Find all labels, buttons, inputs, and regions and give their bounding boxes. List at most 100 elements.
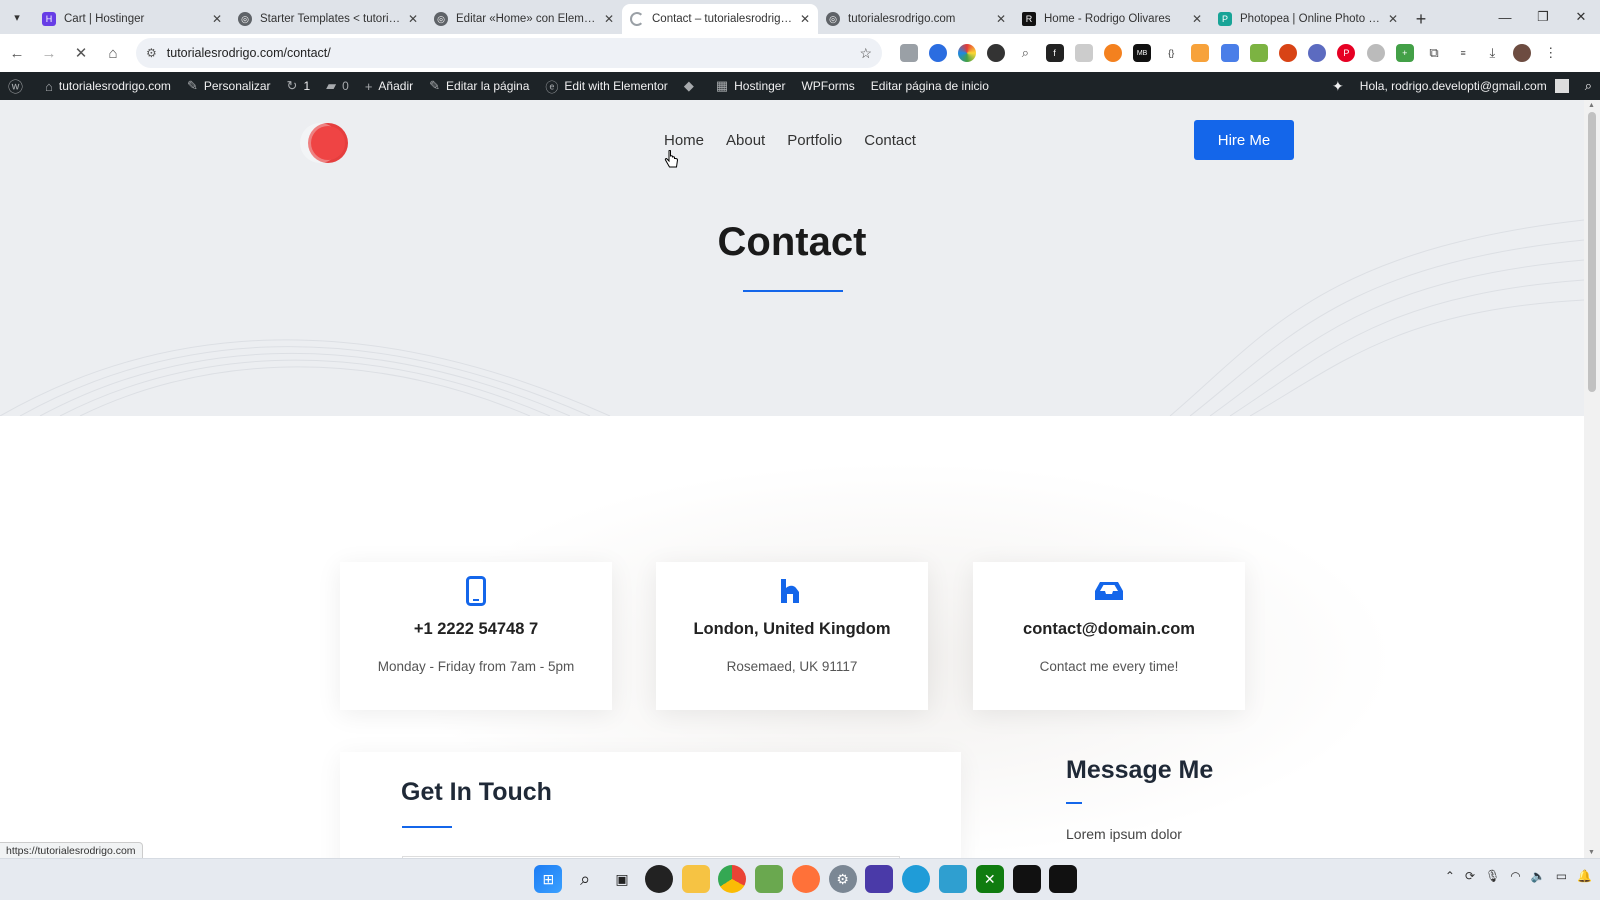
hire-me-button[interactable]: Hire Me bbox=[1194, 120, 1294, 160]
site-info-icon[interactable]: ⚙ bbox=[146, 46, 157, 60]
download-icon[interactable]: ⤓ bbox=[1483, 44, 1501, 62]
color-picker-extension-icon[interactable] bbox=[957, 44, 976, 62]
tab-close-icon[interactable]: ✕ bbox=[996, 12, 1006, 26]
address-bar[interactable]: ⚙ tutorialesrodrigo.com/contact/ ☆ bbox=[136, 38, 882, 68]
mb-extension-icon[interactable]: MB bbox=[1133, 44, 1152, 62]
notepad-icon[interactable] bbox=[938, 865, 967, 893]
app-dark-icon[interactable] bbox=[644, 865, 673, 893]
grid-extension-icon[interactable] bbox=[1074, 44, 1093, 62]
nav-portfolio[interactable]: Portfolio bbox=[787, 132, 842, 149]
minimize-icon[interactable]: — bbox=[1486, 0, 1524, 34]
brush-icon: ✎ bbox=[186, 78, 198, 93]
orange-box-extension-icon[interactable] bbox=[1191, 44, 1210, 62]
task-view-icon[interactable]: ▣ bbox=[608, 865, 636, 893]
translate-extension-icon[interactable] bbox=[1220, 44, 1239, 62]
nav-about[interactable]: About bbox=[726, 132, 765, 149]
back-icon[interactable]: ← bbox=[2, 38, 32, 68]
pinterest-extension-icon[interactable]: P bbox=[1337, 44, 1356, 62]
wp-updates-link[interactable]: ↻ 1 bbox=[279, 72, 319, 100]
chrome-icon[interactable] bbox=[718, 865, 747, 893]
gear-extension-icon[interactable] bbox=[1308, 44, 1327, 62]
nav-contact[interactable]: Contact bbox=[864, 132, 916, 149]
page-scrollbar[interactable]: ▲ ▼ bbox=[1584, 100, 1600, 858]
chrome-extension-icon[interactable] bbox=[1279, 44, 1298, 62]
wp-edit-home-link[interactable]: Editar página de inicio bbox=[863, 72, 997, 100]
volume-tray-icon[interactable]: 🔈 bbox=[1531, 869, 1546, 883]
sync-tray-icon[interactable]: ⟳ bbox=[1465, 869, 1475, 883]
tab-close-icon[interactable]: ✕ bbox=[408, 12, 418, 26]
wp-comments-link[interactable]: ▰ 0 bbox=[318, 72, 357, 100]
spreadsheet-app-icon[interactable] bbox=[755, 865, 784, 893]
tab-search-icon[interactable]: ▾ bbox=[0, 0, 34, 34]
wp-edit-page-link[interactable]: ✎ Editar la página bbox=[421, 72, 537, 100]
tab-cart-hostinger[interactable]: H Cart | Hostinger ✕ bbox=[34, 4, 230, 34]
wp-account-menu[interactable]: Hola, rodrigo.developti@gmail.com bbox=[1352, 72, 1577, 100]
reading-list-icon[interactable]: ≡ bbox=[1454, 44, 1472, 62]
tab-photopea[interactable]: P Photopea | Online Photo Editor ✕ bbox=[1210, 4, 1406, 34]
tab-editar-home[interactable]: ◎ Editar «Home» con Elementor ✕ bbox=[426, 4, 622, 34]
tab-close-icon[interactable]: ✕ bbox=[800, 12, 810, 26]
compass-extension-icon[interactable] bbox=[1366, 44, 1385, 62]
windows-start-icon[interactable]: ⊞ bbox=[534, 865, 563, 893]
scroll-up-icon[interactable]: ▲ bbox=[1588, 102, 1595, 109]
wp-wpforms-link[interactable]: WPForms bbox=[793, 72, 862, 100]
font-extension-icon[interactable]: f bbox=[1045, 44, 1064, 62]
settings-icon[interactable]: ⚙ bbox=[828, 865, 857, 893]
tab-tutorialesrodrigo[interactable]: ◎ tutorialesrodrigo.com ✕ bbox=[818, 4, 1014, 34]
notifications-tray-icon[interactable]: 🔔 bbox=[1577, 869, 1592, 883]
close-window-icon[interactable]: ✕ bbox=[1562, 0, 1600, 34]
profile-avatar-icon[interactable] bbox=[1512, 44, 1531, 62]
site-logo[interactable] bbox=[298, 122, 348, 164]
restore-icon[interactable]: ❐ bbox=[1524, 0, 1562, 34]
file-explorer-icon[interactable] bbox=[681, 865, 710, 893]
scroll-down-icon[interactable]: ▼ bbox=[1588, 849, 1595, 856]
wp-site-link[interactable]: ⌂ tutorialesrodrigo.com bbox=[37, 72, 179, 100]
wp-hostinger-link[interactable]: ▦ Hostinger bbox=[708, 72, 794, 100]
wp-search-icon[interactable]: ⌕ bbox=[1577, 72, 1600, 100]
home-icon[interactable]: ⌂ bbox=[98, 38, 128, 68]
tab-starter-templates[interactable]: ◎ Starter Templates < tutorialesrodrigo … bbox=[230, 4, 426, 34]
green-extension-icon[interactable] bbox=[1249, 44, 1268, 62]
plus-extension-icon[interactable]: + bbox=[1395, 44, 1414, 62]
wp-add-new-link[interactable]: + Añadir bbox=[357, 72, 421, 100]
wp-customize-link[interactable]: ✎ Personalizar bbox=[179, 72, 279, 100]
tab-close-icon[interactable]: ✕ bbox=[604, 12, 614, 26]
bookmark-star-icon[interactable]: ☆ bbox=[859, 45, 872, 62]
wp-edit-elementor-link[interactable]: ⓔ Edit with Elementor bbox=[537, 72, 675, 100]
scrollbar-thumb[interactable] bbox=[1588, 112, 1596, 392]
email-address[interactable]: contact@domain.com bbox=[973, 620, 1245, 639]
orange-extension-icon[interactable] bbox=[1103, 44, 1122, 62]
camera-extension-icon[interactable] bbox=[899, 44, 918, 62]
dark-extension-icon[interactable] bbox=[987, 44, 1006, 62]
tab-close-icon[interactable]: ✕ bbox=[1192, 12, 1202, 26]
tab-close-icon[interactable]: ✕ bbox=[1388, 12, 1398, 26]
tray-expand-icon[interactable]: ⌃ bbox=[1445, 869, 1455, 883]
stop-loading-icon[interactable]: ✕ bbox=[66, 38, 96, 68]
battery-tray-icon[interactable]: ▭ bbox=[1556, 869, 1567, 883]
forward-icon[interactable]: → bbox=[34, 38, 64, 68]
notion-icon[interactable] bbox=[1049, 865, 1078, 893]
ai-sparkle-icon[interactable]: ✦ bbox=[1324, 72, 1352, 100]
tab-home-rodrigo[interactable]: R Home - Rodrigo Olivares ✕ bbox=[1014, 4, 1210, 34]
new-tab-icon[interactable]: + bbox=[1406, 4, 1436, 34]
puzzle-extensions-icon[interactable]: ⧉ bbox=[1425, 44, 1443, 62]
zoom-extension-icon[interactable]: ⌕ bbox=[1016, 44, 1034, 62]
microphone-tray-icon[interactable]: 🎙 bbox=[1485, 869, 1500, 883]
capcut-icon[interactable] bbox=[1012, 865, 1041, 893]
tab-close-icon[interactable]: ✕ bbox=[212, 12, 222, 26]
blue-extension-icon[interactable] bbox=[928, 44, 947, 62]
edge-icon[interactable] bbox=[902, 865, 931, 893]
wp-diamond-link[interactable]: ◆ bbox=[676, 72, 708, 100]
headset-app-icon[interactable] bbox=[865, 865, 894, 893]
nav-home[interactable]: Home bbox=[664, 132, 704, 149]
xbox-icon[interactable]: ✕ bbox=[975, 865, 1004, 893]
wordpress-logo-icon[interactable]: ⓦ bbox=[0, 72, 37, 100]
code-extension-icon[interactable]: {} bbox=[1162, 44, 1180, 62]
firefox-icon[interactable] bbox=[791, 865, 820, 893]
page-title: Contact bbox=[717, 220, 867, 264]
browser-menu-icon[interactable]: ⋮ bbox=[1542, 44, 1560, 62]
wifi-tray-icon[interactable]: ◠ bbox=[1510, 869, 1520, 883]
search-icon[interactable]: ⌕ bbox=[571, 865, 599, 893]
url-text[interactable]: tutorialesrodrigo.com/contact/ bbox=[167, 46, 860, 60]
tab-contact[interactable]: Contact – tutorialesrodrigo.com ✕ bbox=[622, 4, 818, 34]
